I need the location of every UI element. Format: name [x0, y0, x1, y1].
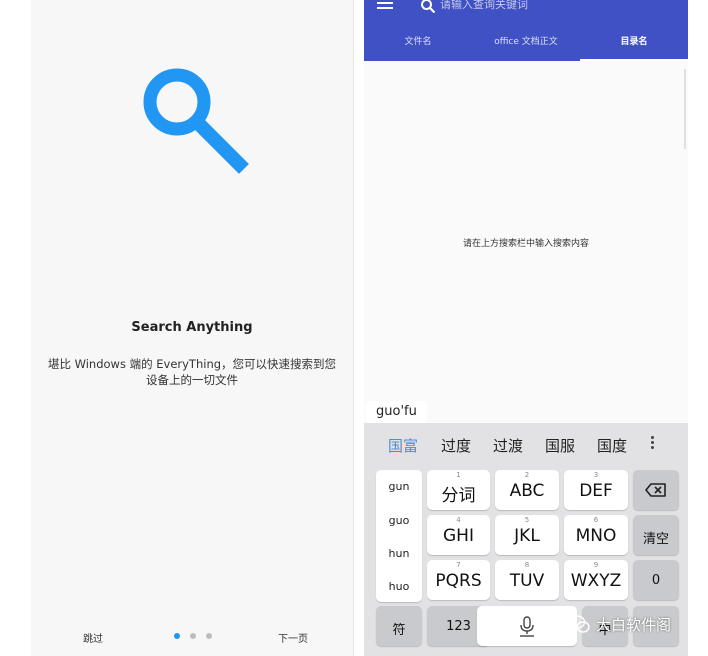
key-number: 7: [456, 561, 461, 569]
key-4[interactable]: 4 GHI: [427, 515, 490, 555]
search-input[interactable]: [440, 0, 640, 12]
backspace-icon: [645, 483, 666, 497]
onboarding-screen: Search Anything 堪比 Windows 端的 EveryThing…: [31, 0, 354, 656]
skip-button[interactable]: 跳过: [83, 630, 103, 645]
key-number: 8: [524, 561, 530, 569]
key-9[interactable]: 9 WXYZ: [564, 560, 628, 600]
empty-hint: 请在上方搜索栏中输入搜索内容: [462, 239, 589, 249]
menu-icon[interactable]: [377, 2, 393, 14]
key-7[interactable]: 7 PQRS: [427, 560, 490, 600]
key-2[interactable]: 2 ABC: [495, 470, 559, 510]
key-label: 0: [651, 573, 661, 588]
key-1[interactable]: 1 分词: [427, 470, 490, 510]
key-number: 4: [456, 516, 461, 524]
results-area: 请在上方搜索栏中输入搜索内容: [364, 61, 688, 404]
candidate-item[interactable]: 国富: [388, 435, 418, 456]
more-vert-icon[interactable]: [651, 436, 655, 451]
key-0[interactable]: 0: [633, 560, 679, 600]
backspace-key[interactable]: [633, 470, 679, 510]
key-label: JKL: [514, 526, 540, 546]
pinyin-option[interactable]: hun: [376, 547, 422, 560]
next-page-button[interactable]: 下一页: [278, 630, 308, 645]
search-icon: [421, 0, 436, 14]
key-label: DEF: [579, 481, 613, 501]
pinyin-option[interactable]: gun: [376, 480, 422, 493]
key-5[interactable]: 5 JKL: [495, 515, 559, 555]
key-label: WXYZ: [570, 571, 622, 591]
key-label: GHI: [443, 526, 474, 546]
key-label: PQRS: [435, 571, 482, 591]
key-label: MNO: [575, 526, 617, 546]
key-label: ABC: [509, 481, 545, 501]
pinyin-list: gun guo hun huo: [376, 470, 422, 602]
wechat-icon: [568, 615, 590, 633]
key-label: 符: [392, 623, 406, 638]
key-label: 分词: [441, 486, 476, 506]
page-dot: [206, 633, 212, 639]
composing-text: guo'fu: [366, 401, 427, 423]
candidate-bar: 国富 过度 过渡 国服 国度: [364, 423, 688, 465]
watermark: 大白软件阁: [596, 616, 672, 634]
onboarding-title: Search Anything: [131, 320, 253, 335]
tab-bar: 文件名 office 文档正文 目录名: [364, 30, 688, 61]
candidate-item[interactable]: 国度: [597, 435, 627, 456]
tab-filename[interactable]: 文件名: [364, 30, 472, 61]
key-number: 2: [524, 471, 530, 479]
candidate-item[interactable]: 过度: [441, 435, 471, 456]
key-number: 9: [593, 561, 599, 569]
clear-key[interactable]: 清空: [633, 515, 679, 555]
tab-directory[interactable]: 目录名: [580, 30, 688, 61]
key-8[interactable]: 8 TUV: [495, 560, 559, 600]
key-6[interactable]: 6 MNO: [564, 515, 628, 555]
key-number: 5: [524, 516, 530, 524]
tab-office-content[interactable]: office 文档正文: [472, 30, 580, 61]
candidate-item[interactable]: 过渡: [493, 435, 523, 456]
space-key[interactable]: [477, 606, 577, 646]
pinyin-option[interactable]: guo: [376, 514, 422, 527]
page-dot: [174, 633, 180, 639]
symbol-key[interactable]: 符: [376, 606, 422, 646]
scrollbar: [684, 69, 686, 149]
mic-icon: [520, 616, 534, 637]
key-label: 清空: [642, 532, 669, 547]
pinyin-option[interactable]: huo: [376, 580, 422, 593]
onboarding-description: 堪比 Windows 端的 EveryThing，您可以快速搜索到您设备上的一切…: [47, 357, 337, 387]
page-indicator: [174, 633, 212, 639]
search-screen: 文件名 office 文档正文 目录名 请在上方搜索栏中输入搜索内容 guo'f…: [364, 0, 688, 656]
key-number: 1: [456, 471, 461, 479]
key-number: 6: [593, 516, 599, 524]
key-number: 3: [593, 471, 599, 479]
app-bar: 文件名 office 文档正文 目录名: [364, 0, 688, 61]
key-3[interactable]: 3 DEF: [564, 470, 628, 510]
search-icon: [143, 68, 249, 174]
key-label: TUV: [509, 571, 545, 591]
candidate-item[interactable]: 国服: [545, 435, 575, 456]
page-dot: [190, 633, 196, 639]
